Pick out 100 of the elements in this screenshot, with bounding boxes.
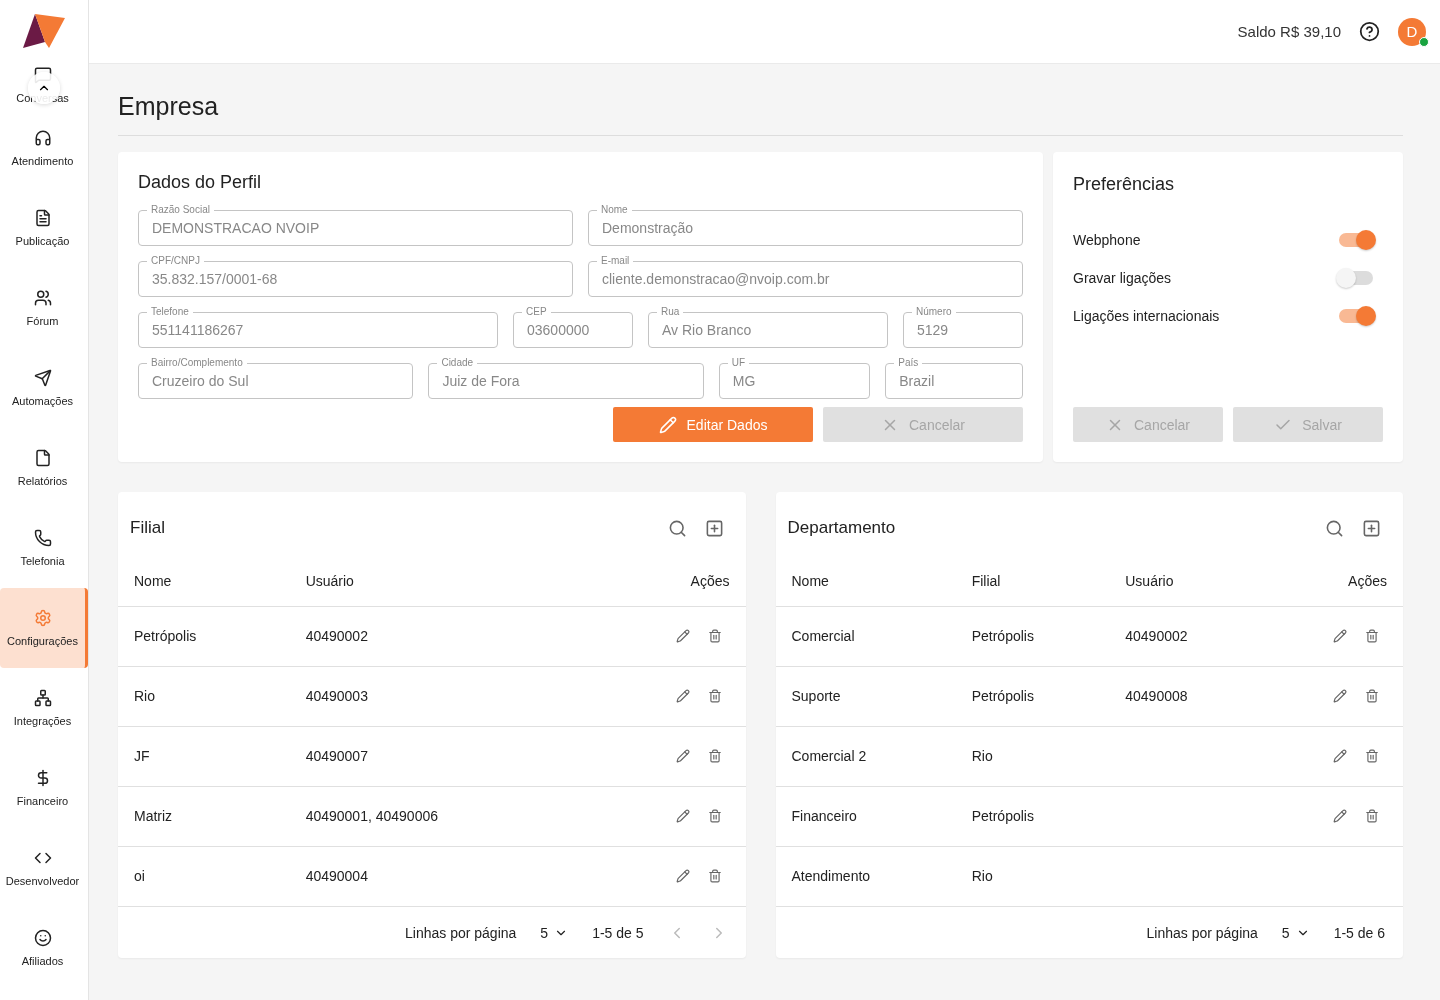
field-label: Número (912, 305, 956, 318)
phone-icon (33, 529, 52, 547)
delete-icon[interactable] (1365, 689, 1379, 703)
option-label: Webphone (1073, 232, 1141, 248)
table-cell: Atendimento (775, 846, 956, 906)
field-label: País (894, 356, 923, 369)
delete-icon[interactable] (707, 809, 722, 823)
rows-per-page-label: Linhas por página (405, 924, 517, 941)
file-icon (33, 449, 52, 467)
card-title: Preferências (1073, 174, 1176, 195)
input-field[interactable]: CEP 03600000 (513, 305, 633, 348)
field-label: Telefone (147, 305, 193, 318)
delete-icon[interactable] (707, 869, 722, 884)
input-field[interactable]: Número 5129 (903, 305, 1023, 348)
search-icon[interactable] (667, 518, 687, 538)
table-title: Filial (130, 518, 165, 538)
delete-icon[interactable] (707, 749, 722, 763)
table-cell: Financeiro (775, 786, 956, 846)
field-label: Rua (657, 305, 684, 318)
page-size-select[interactable]: 5 (540, 924, 569, 941)
table-cell: 40490007 (289, 726, 589, 786)
page-range-text: 1-5 de 6 (1333, 924, 1385, 941)
table-title: Departamento (787, 518, 896, 538)
search-icon[interactable] (1325, 518, 1344, 538)
option-label: Ligações internacionais (1073, 308, 1220, 324)
field-label: UF (727, 356, 750, 369)
input-field[interactable]: Rua Av Rio Branco (648, 305, 888, 348)
send-icon (33, 369, 52, 387)
sidebar-item[interactable]: Automações (0, 348, 88, 428)
sidebar-item[interactable]: Telefonia (0, 508, 88, 588)
input-field[interactable]: País Brazil (885, 356, 1023, 399)
table-cell: Petrópolis (955, 786, 1110, 846)
input-field[interactable]: CPF/CNPJ 35.832.157/0001-68 (138, 254, 573, 297)
pencil-icon (658, 415, 677, 434)
balance-text: Saldo R$ 39,10 (1237, 23, 1341, 40)
toggle-switch[interactable] (1339, 271, 1373, 285)
input-field[interactable]: Telefone 551141186267 (138, 305, 498, 348)
table-cell: Rio (118, 666, 290, 726)
edit-icon[interactable] (675, 689, 690, 703)
table-cell: 40490004 (289, 846, 589, 906)
input-field[interactable]: Nome Demonstração (588, 203, 1023, 246)
network-icon (33, 689, 52, 707)
sidebar-item[interactable]: Afiliados (0, 908, 88, 988)
table-cell: Rio (955, 846, 1110, 906)
table-cell: Suporte (775, 666, 956, 726)
column-header: Filial (955, 556, 1110, 606)
field-label: Nome (597, 203, 632, 216)
sidebar-item[interactable]: Configurações (0, 588, 88, 668)
edit-icon[interactable] (1333, 749, 1347, 763)
column-header: Ações (588, 556, 746, 606)
edit-icon[interactable] (1333, 809, 1347, 823)
sidebar-item[interactable]: Fórum (0, 268, 88, 348)
field-label: CPF/CNPJ (147, 254, 204, 267)
edit-icon[interactable] (675, 749, 690, 763)
table-cell: Petrópolis (955, 666, 1110, 726)
sidebar-item[interactable]: Atendimento (0, 108, 88, 188)
add-icon[interactable] (704, 518, 724, 538)
edit-icon[interactable] (1333, 689, 1347, 703)
column-header: Usuário (1109, 556, 1263, 606)
logo-icon (21, 12, 67, 50)
table-cell: 40490002 (1109, 606, 1263, 666)
field-label: Cidade (437, 356, 478, 369)
column-header: Nome (118, 556, 290, 606)
table-cell: Matriz (118, 786, 290, 846)
edit-icon[interactable] (675, 809, 690, 823)
add-icon[interactable] (1362, 518, 1381, 538)
input-field[interactable]: Bairro/Complemento Cruzeiro do Sul (138, 356, 414, 399)
table-cell: oi (118, 846, 290, 906)
delete-icon[interactable] (707, 629, 722, 643)
field-label: E-mail (597, 254, 634, 267)
delete-icon[interactable] (1365, 809, 1379, 823)
field-label: CEP (522, 305, 551, 318)
column-header: Usuário (289, 556, 589, 606)
delete-icon[interactable] (1365, 629, 1379, 643)
toggle-switch[interactable] (1339, 309, 1373, 323)
sidebar-item[interactable]: Integrações (0, 668, 88, 748)
delete-icon[interactable] (1365, 749, 1379, 763)
sidebar-item[interactable]: Financeiro (0, 748, 88, 828)
input-field[interactable]: Cidade Juiz de Fora (428, 356, 704, 399)
table-cell: Rio (955, 726, 1110, 786)
delete-icon[interactable] (707, 689, 722, 703)
help-icon[interactable] (1359, 21, 1380, 42)
table-cell: Comercial 2 (775, 726, 956, 786)
page-size-select[interactable]: 5 (1281, 924, 1310, 941)
table-cell: Petrópolis (955, 606, 1110, 666)
user-avatar[interactable]: D (1398, 17, 1426, 46)
input-field[interactable]: UF MG (718, 356, 871, 399)
edit-icon[interactable] (1333, 629, 1347, 643)
edit-icon[interactable] (675, 869, 690, 884)
sidebar-item[interactable]: Publicação (0, 188, 88, 268)
toggle-switch[interactable] (1339, 233, 1373, 247)
input-field[interactable]: Razão Social DEMONSTRACAO NVOIP (138, 203, 573, 246)
sidebar-item[interactable]: Desenvolvedor (0, 828, 88, 908)
edit-icon[interactable] (675, 629, 690, 643)
online-status-dot (1419, 36, 1429, 47)
table-cell: Comercial (775, 606, 956, 666)
rows-per-page-label: Linhas por página (1146, 924, 1258, 941)
sidebar-item[interactable]: Relatórios (0, 428, 88, 508)
edit-button[interactable]: Editar Dados (613, 407, 813, 442)
input-field[interactable]: E-mail cliente.demonstracao@nvoip.com.br (588, 254, 1023, 297)
